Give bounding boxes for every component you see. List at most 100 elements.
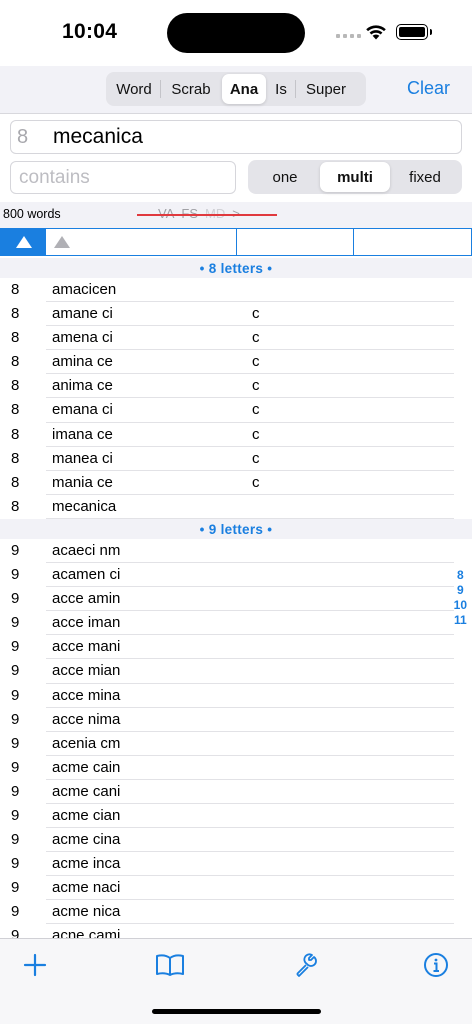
word-list[interactable]: • 8 letters • 8 amacicen 8 amane ci c 8 amena c… xyxy=(0,258,472,938)
word-text: acce mani xyxy=(52,638,121,656)
list-item[interactable]: 8 mania ce c xyxy=(0,471,472,495)
list-item[interactable]: 9 acce mian xyxy=(0,659,472,684)
list-item[interactable]: 9 acce nima xyxy=(0,708,472,732)
list-item[interactable]: 8 emana ci c xyxy=(0,398,472,423)
index-item[interactable]: 8 xyxy=(457,568,464,583)
list-item[interactable]: 9 acce mani xyxy=(0,635,472,660)
match-option-one[interactable]: one xyxy=(250,162,320,192)
word-length: 8 xyxy=(11,473,20,491)
word-text: acce mina xyxy=(52,686,121,704)
wrench-icon[interactable] xyxy=(290,949,322,981)
mode-tab-is[interactable]: Is xyxy=(267,74,295,104)
list-item[interactable]: 9 acme cian xyxy=(0,804,472,829)
list-item[interactable]: 9 acme naci xyxy=(0,876,472,901)
word-length: 8 xyxy=(11,377,20,395)
list-item[interactable]: 9 acce mina xyxy=(0,684,472,708)
mode-tab-word[interactable]: Word xyxy=(108,74,160,104)
word-length: 9 xyxy=(11,614,20,632)
sort-word-button[interactable] xyxy=(46,229,237,255)
extra-letters: c xyxy=(252,401,260,419)
info-bar: 800 words VA FS MD > xyxy=(0,202,472,228)
list-item[interactable]: 9 acme cani xyxy=(0,780,472,805)
cellular-signal-icon xyxy=(336,34,361,38)
word-text: acme nica xyxy=(52,903,121,921)
contains-input[interactable] xyxy=(10,161,236,194)
list-item[interactable]: 9 acce iman xyxy=(0,611,472,636)
match-option-multi[interactable]: multi xyxy=(320,162,390,192)
word-text: amena ci xyxy=(52,329,113,347)
word-length: 9 xyxy=(11,782,20,800)
word-input-row: 8 xyxy=(10,120,462,154)
word-length: 9 xyxy=(11,927,20,938)
word-text: acaeci nm xyxy=(52,541,121,559)
word-text: acme cani xyxy=(52,782,121,800)
clear-button[interactable]: Clear xyxy=(407,78,450,99)
list-item[interactable]: 9 acme cina xyxy=(0,828,472,853)
section-header: • 9 letters • xyxy=(0,518,472,539)
word-text: mania ce xyxy=(52,473,113,491)
plus-icon[interactable] xyxy=(19,949,51,981)
word-length: 9 xyxy=(11,638,20,656)
word-text: acce iman xyxy=(52,614,121,632)
list-item[interactable]: 8 amena ci c xyxy=(0,326,472,351)
word-count: 800 words xyxy=(3,207,61,221)
dynamic-island xyxy=(167,13,305,53)
index-item[interactable]: 9 xyxy=(457,583,464,598)
column-header-4[interactable] xyxy=(354,229,471,255)
column-header-3[interactable] xyxy=(237,229,354,255)
word-length: 8 xyxy=(11,281,20,298)
word-text: acme inca xyxy=(52,855,121,873)
list-item[interactable]: 8 mecanica xyxy=(0,495,472,520)
list-item[interactable]: 9 acne cami xyxy=(0,924,472,938)
word-text: amina ce xyxy=(52,353,113,371)
word-text: acce mian xyxy=(52,662,121,680)
match-option-fixed[interactable]: fixed xyxy=(390,162,460,192)
list-item[interactable]: 8 manea ci c xyxy=(0,447,472,471)
section-index[interactable]: 8 9 10 11 xyxy=(454,568,467,628)
book-icon[interactable] xyxy=(154,949,186,981)
list-item[interactable]: 9 acaeci nm xyxy=(0,539,472,564)
index-item[interactable]: 10 xyxy=(454,598,467,613)
word-text: emana ci xyxy=(52,401,113,419)
list-item[interactable]: 9 acme cain xyxy=(0,756,472,780)
section-header: • 8 letters • xyxy=(0,258,472,278)
list-item[interactable]: 8 amane ci c xyxy=(0,302,472,327)
mode-toolbar: Word Scrab Ana Is Super Clear xyxy=(0,66,472,114)
word-input[interactable] xyxy=(53,125,443,149)
index-item[interactable]: 11 xyxy=(454,613,467,628)
list-item[interactable]: 9 acme inca xyxy=(0,852,472,877)
list-item[interactable]: 8 imana ce c xyxy=(0,423,472,447)
list-item[interactable]: 9 acme nica xyxy=(0,900,472,925)
word-length: 8 xyxy=(11,425,20,443)
word-length: 8 xyxy=(11,497,20,515)
extra-letters: c xyxy=(252,473,260,491)
list-item[interactable]: 8 amina ce c xyxy=(0,350,472,375)
word-length: 9 xyxy=(11,710,20,728)
list-item[interactable]: 9 acamen ci xyxy=(0,563,472,588)
word-length: 9 xyxy=(11,806,20,824)
list-item[interactable]: 9 acenia cm xyxy=(0,732,472,756)
sort-length-button[interactable] xyxy=(1,229,46,255)
home-indicator xyxy=(152,1009,321,1014)
wifi-icon xyxy=(365,23,387,45)
mode-tab-ana[interactable]: Ana xyxy=(222,74,266,104)
word-length: 9 xyxy=(11,541,20,559)
extra-letters: c xyxy=(252,425,260,443)
word-length: 8 xyxy=(11,305,20,323)
mode-segmented-control: Word Scrab Ana Is Super xyxy=(106,72,366,106)
extra-letters: c xyxy=(252,377,260,395)
extra-letters: c xyxy=(252,329,260,347)
word-text: acme naci xyxy=(52,879,121,897)
info-icon[interactable] xyxy=(420,949,452,981)
mode-tab-super[interactable]: Super xyxy=(296,74,356,104)
word-length: 9 xyxy=(11,734,20,752)
list-item[interactable]: 8 amacicen xyxy=(0,278,472,303)
status-bar: 10:04 xyxy=(0,0,472,66)
word-text: acme cian xyxy=(52,806,121,824)
word-length: 8 xyxy=(11,449,20,467)
list-item[interactable]: 8 anima ce c xyxy=(0,374,472,399)
list-item[interactable]: 9 acce amin xyxy=(0,587,472,612)
status-time: 10:04 xyxy=(62,20,118,43)
strikethrough-line xyxy=(137,214,277,216)
mode-tab-scrab[interactable]: Scrab xyxy=(161,74,221,104)
